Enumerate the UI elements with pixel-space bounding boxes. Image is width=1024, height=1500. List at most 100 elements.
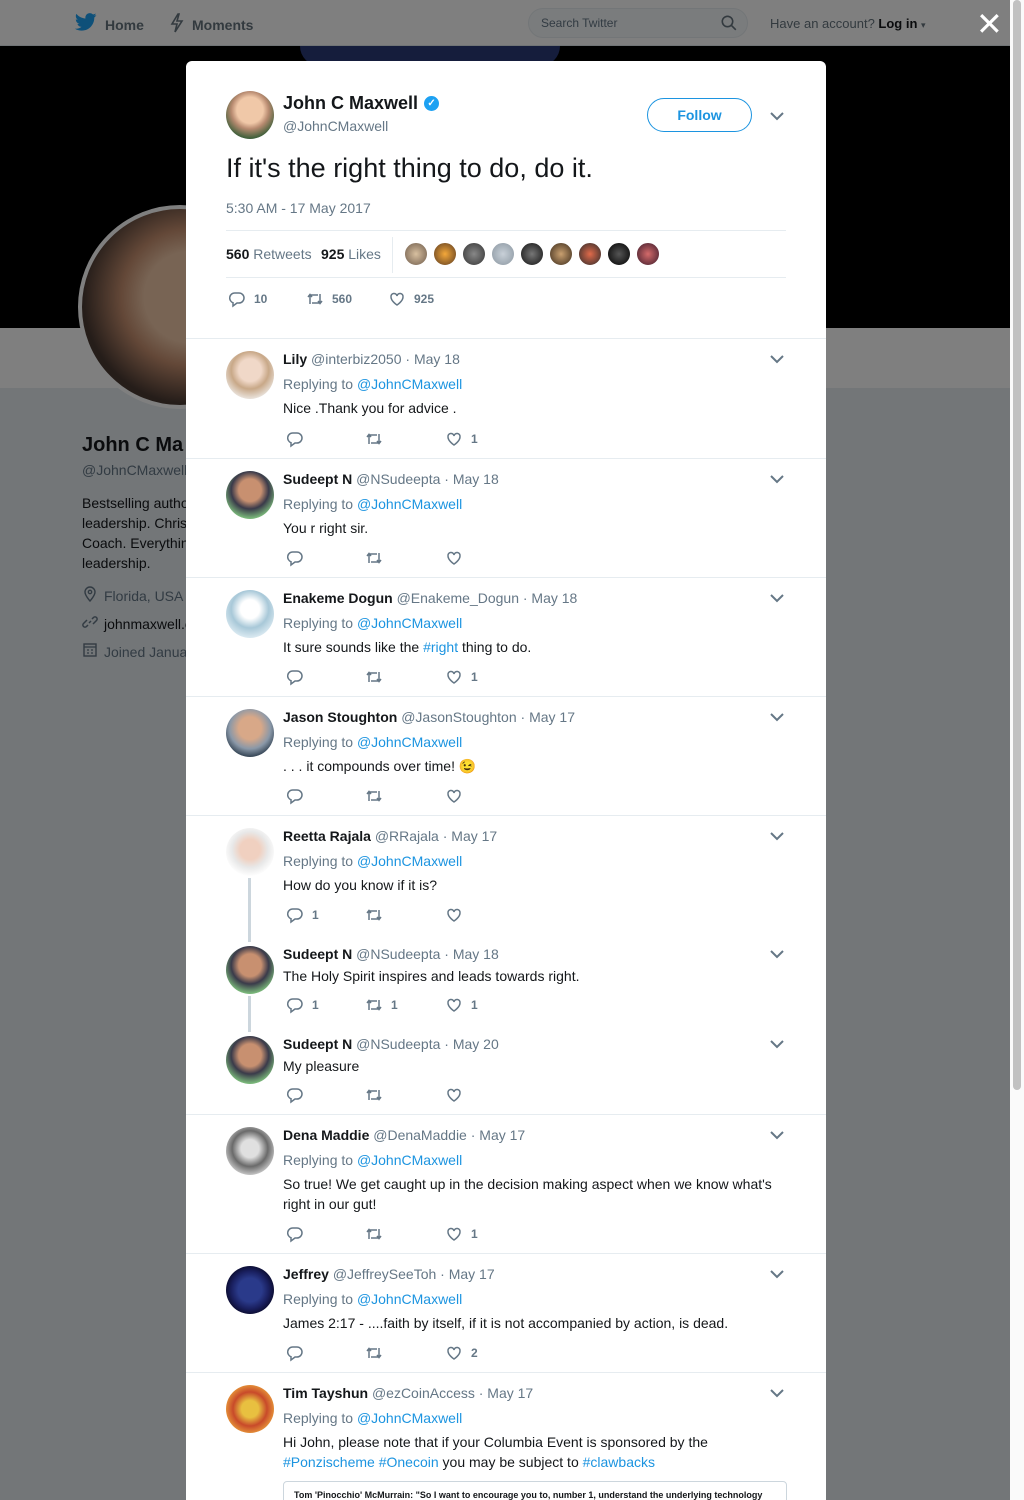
like-action[interactable]: 925 (388, 290, 434, 308)
reply-action[interactable] (286, 787, 312, 805)
reply-avatar[interactable] (226, 1266, 274, 1314)
hashtag-link[interactable]: #clawbacks (583, 1454, 655, 1470)
reply-meta[interactable]: @NSudeepta · May 18 (356, 946, 499, 962)
reply-meta[interactable]: @JasonStoughton · May 17 (401, 709, 575, 725)
liker-avatar[interactable] (607, 242, 631, 266)
chevron-down-icon[interactable] (770, 1039, 784, 1049)
embedded-image-card[interactable]: Tom 'Pinocchio' McMurrain: "So I want to… (283, 1481, 787, 1500)
reply-avatar[interactable] (226, 351, 274, 399)
reply-action[interactable]: 10 (228, 290, 267, 308)
like-action[interactable] (445, 549, 471, 567)
reply-tweet[interactable]: Jeffrey @JeffreySeeToh · May 17 Replying… (186, 1254, 826, 1373)
follow-button[interactable]: Follow (647, 98, 752, 132)
liker-avatar[interactable] (636, 242, 660, 266)
reply-action[interactable] (286, 1086, 312, 1104)
reply-action[interactable]: 1 (286, 996, 319, 1014)
reply-author-name[interactable]: Sudeept N (283, 471, 352, 487)
reply-tweet[interactable]: Sudeept N @NSudeepta · May 18 Replying t… (186, 459, 826, 578)
reply-action[interactable] (286, 549, 312, 567)
hashtag-link[interactable]: #Ponzischeme (283, 1454, 375, 1470)
replying-to-link[interactable]: @JohnCMaxwell (357, 496, 462, 512)
replying-to-link[interactable]: @JohnCMaxwell (357, 376, 462, 392)
reply-author-name[interactable]: Sudeept N (283, 946, 352, 962)
reply-avatar[interactable] (226, 709, 274, 757)
reply-meta[interactable]: @Enakeme_Dogun · May 18 (397, 590, 578, 606)
like-action[interactable] (445, 906, 471, 924)
liker-avatar[interactable] (462, 242, 486, 266)
reply-meta[interactable]: @interbiz2050 · May 18 (311, 351, 460, 367)
reply-action[interactable]: 1 (286, 906, 319, 924)
likes-stat[interactable]: 925 Likes (321, 246, 381, 262)
reply-author-name[interactable]: Lily (283, 351, 307, 367)
reply-author-name[interactable]: Dena Maddie (283, 1127, 369, 1143)
reply-tweet[interactable]: Tim Tayshun @ezCoinAccess · May 17 Reply… (186, 1373, 826, 1500)
replying-to-link[interactable]: @JohnCMaxwell (357, 853, 462, 869)
reply-meta[interactable]: @NSudeepta · May 20 (356, 1036, 499, 1052)
author-avatar[interactable] (226, 91, 274, 139)
like-action[interactable]: 2 (445, 1344, 478, 1362)
retweet-action[interactable]: 1 (365, 996, 398, 1014)
reply-author-name[interactable]: Jason Stoughton (283, 709, 397, 725)
replying-to-link[interactable]: @JohnCMaxwell (357, 734, 462, 750)
reply-tweet[interactable]: Dena Maddie @DenaMaddie · May 17 Replyin… (186, 1115, 826, 1254)
retweet-action[interactable] (365, 430, 391, 448)
reply-meta[interactable]: @JeffreySeeToh · May 17 (333, 1266, 495, 1282)
reply-avatar[interactable] (226, 828, 274, 876)
reply-avatar[interactable] (226, 1036, 274, 1084)
reply-tweet[interactable]: Jason Stoughton @JasonStoughton · May 17… (186, 697, 826, 816)
hashtag-link[interactable]: #Onecoin (379, 1454, 439, 1470)
chevron-down-icon[interactable] (770, 1130, 784, 1140)
chevron-down-icon[interactable] (770, 474, 784, 484)
author-name-row[interactable]: John C Maxwell ✓ (283, 93, 440, 114)
retweet-action[interactable]: 560 (306, 290, 352, 308)
reply-avatar[interactable] (226, 946, 274, 994)
author-handle[interactable]: @JohnCMaxwell (283, 118, 388, 134)
replying-to-link[interactable]: @JohnCMaxwell (357, 615, 462, 631)
chevron-down-icon[interactable] (770, 1388, 784, 1398)
retweet-action[interactable] (365, 668, 391, 686)
chevron-down-icon[interactable] (770, 949, 784, 959)
retweet-action[interactable] (365, 787, 391, 805)
tweet-timestamp[interactable]: 5:30 AM - 17 May 2017 (226, 200, 371, 216)
close-icon[interactable]: ✕ (976, 8, 1003, 40)
chevron-down-icon[interactable] (770, 831, 784, 841)
chevron-down-icon[interactable] (770, 712, 784, 722)
reply-tweet[interactable]: Enakeme Dogun @Enakeme_Dogun · May 18 Re… (186, 578, 826, 697)
chevron-down-icon[interactable] (770, 1269, 784, 1279)
retweet-action[interactable] (365, 1086, 391, 1104)
reply-meta[interactable]: @RRajala · May 17 (375, 828, 497, 844)
liker-avatar[interactable] (404, 242, 428, 266)
reply-action[interactable] (286, 1344, 312, 1362)
hashtag-link[interactable]: #right (423, 639, 458, 655)
like-action[interactable]: 1 (445, 996, 478, 1014)
like-action[interactable]: 1 (445, 430, 478, 448)
retweet-action[interactable] (365, 549, 391, 567)
replying-to-link[interactable]: @JohnCMaxwell (357, 1291, 462, 1307)
retweet-action[interactable] (365, 1225, 391, 1243)
reply-avatar[interactable] (226, 1127, 274, 1175)
like-action[interactable]: 1 (445, 668, 478, 686)
chevron-down-icon[interactable] (770, 111, 784, 121)
reply-author-name[interactable]: Jeffrey (283, 1266, 329, 1282)
reply-tweet[interactable]: Lily @interbiz2050 · May 18 Replying to … (186, 339, 826, 459)
liker-avatar[interactable] (578, 242, 602, 266)
retweet-action[interactable] (365, 1344, 391, 1362)
reply-meta[interactable]: @DenaMaddie · May 17 (373, 1127, 525, 1143)
reply-avatar[interactable] (226, 1385, 274, 1433)
chevron-down-icon[interactable] (770, 593, 784, 603)
replying-to-link[interactable]: @JohnCMaxwell (357, 1410, 462, 1426)
like-action[interactable] (445, 787, 471, 805)
reply-author-name[interactable]: Reetta Rajala (283, 828, 371, 844)
liker-avatar[interactable] (520, 242, 544, 266)
reply-action[interactable] (286, 1225, 312, 1243)
like-action[interactable]: 1 (445, 1225, 478, 1243)
reply-meta[interactable]: @NSudeepta · May 18 (356, 471, 499, 487)
author-name[interactable]: John C Maxwell (283, 93, 418, 114)
reply-author-name[interactable]: Enakeme Dogun (283, 590, 393, 606)
reply-avatar[interactable] (226, 590, 274, 638)
scrollbar-thumb[interactable] (1013, 0, 1021, 1090)
liker-avatar[interactable] (549, 242, 573, 266)
reply-avatar[interactable] (226, 471, 274, 519)
reply-action[interactable] (286, 668, 312, 686)
reply-action[interactable] (286, 430, 312, 448)
